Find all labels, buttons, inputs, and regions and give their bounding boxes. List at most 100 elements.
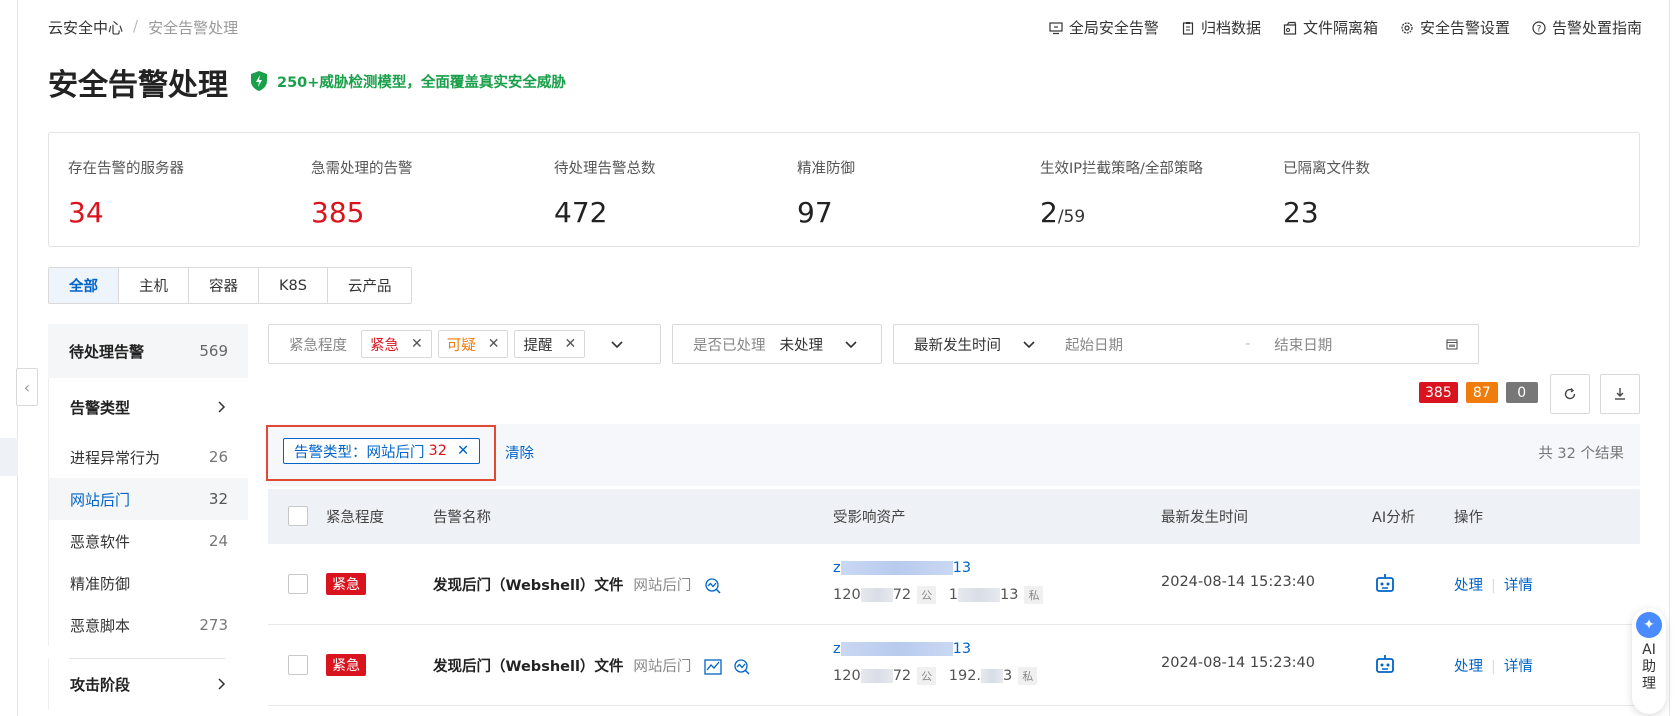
tab-all[interactable]: 全部 [49,268,119,303]
top-link-label: 安全告警设置 [1419,19,1510,37]
select-all-checkbox[interactable] [288,506,308,526]
tab-k8s[interactable]: K8S [259,268,328,303]
redacted-block [860,669,893,683]
ai-assistant-button[interactable]: ✦ AI 助 理 [1632,608,1666,714]
tagline: 250+威胁检测模型，全面覆盖真实安全威胁 [249,70,566,92]
date-separator: - [1245,336,1251,352]
column-header-time[interactable]: 最新发生时间 [1161,506,1248,527]
sidebar-item-malware[interactable]: 恶意软件 24 [48,520,248,562]
public-ip-suffix: 72 [892,587,912,603]
download-button[interactable] [1600,374,1640,414]
sidebar-item-label: 进程异常行为 [70,448,161,467]
stat-quarantined-files[interactable]: 已隔离文件数 23 [1283,157,1370,229]
archive-data-link[interactable]: 归档数据 [1181,17,1261,38]
column-header-ai-analysis[interactable]: AI分析 [1372,506,1415,527]
table-row[interactable]: 紧急 发现后门（Webshell）文件 网站后门 z 13 120 72 公 192. 3… [268,625,1640,706]
stat-value: 23 [1283,196,1319,229]
column-header-actions[interactable]: 操作 [1454,506,1483,527]
alert-name[interactable]: 发现后门（Webshell）文件 [433,578,623,594]
refresh-button[interactable] [1550,374,1590,414]
sidebar-group-label: 攻击阶段 [70,675,131,694]
column-header-severity[interactable]: 紧急程度 [326,506,384,527]
private-ip-suffix: 3 [1003,668,1013,684]
collapse-sidebar-button[interactable]: ‹ [16,368,38,406]
trend-chart-icon[interactable] [704,659,722,675]
active-filter-chip[interactable]: 告警类型：网站后门 32 ✕ [283,438,481,464]
sidebar-item-webshell[interactable]: 网站后门 32 [48,478,248,520]
sidebar-item-pending[interactable]: 待处理告警 569 [48,324,248,378]
asset-ip: 120 72 公 1 13 私 [833,586,1044,604]
stat-ip-block-policies[interactable]: 生效IP拦截策略/全部策略 2/59 [1040,157,1203,229]
stat-precise-defense[interactable]: 精准防御 97 [797,157,855,229]
sidebar-item-count: 569 [199,342,228,360]
tab-host[interactable]: 主机 [119,268,189,303]
table-row[interactable]: 紧急 发现后门（Webshell）文件 网站后门 z 13 120 72 公 1 13 私 … [268,544,1640,625]
asset-name[interactable]: z 13 [833,641,971,657]
time-field-select[interactable]: 最新发生时间 [914,334,1001,355]
quarantine-box-link[interactable]: 文件隔离箱 [1283,17,1378,38]
top-link-label: 全局安全告警 [1068,19,1159,37]
sidebar-group-alert-type[interactable]: 告警类型 [48,378,248,436]
redacted-block [840,642,953,656]
detail-link[interactable]: 详情 [1504,578,1533,594]
stat-urgent-alerts[interactable]: 急需处理的告警 385 [311,157,413,229]
column-header-name[interactable]: 告警名称 [433,506,491,527]
active-filter-label: 告警类型：网站后门 [294,444,425,461]
start-date-input[interactable]: 起始日期 [1065,334,1241,355]
asset-name-prefix: z [833,560,841,576]
severity-chip-reminder[interactable]: 提醒 ✕ [514,330,586,358]
alert-name[interactable]: 发现后门（Webshell）文件 [433,659,623,675]
handle-link[interactable]: 处理 [1454,659,1483,675]
close-icon[interactable]: ✕ [488,336,500,352]
stat-value-wrap: 2/59 [1040,196,1203,229]
chip-label: 紧急 [370,337,399,354]
detail-link[interactable]: 详情 [1504,659,1533,675]
handle-link[interactable]: 处理 [1454,578,1483,594]
row-checkbox[interactable] [288,655,308,675]
stat-servers-with-alerts[interactable]: 存在告警的服务器 34 [68,157,184,229]
alert-settings-link[interactable]: 安全告警设置 [1400,17,1510,38]
alert-name-cell: 发现后门（Webshell）文件 网站后门 [433,655,751,676]
clear-filters-link[interactable]: 清除 [505,442,534,463]
sidebar-item-precise-defense[interactable]: 精准防御 [48,562,248,604]
tab-cloud-product[interactable]: 云产品 [328,268,412,303]
ai-robot-icon[interactable] [1374,653,1396,675]
stat-pending-alerts[interactable]: 待处理告警总数 472 [554,157,656,229]
chevron-down-icon[interactable] [611,338,623,350]
chip-label: 可疑 [446,337,476,354]
severity-chip-urgent[interactable]: 紧急 ✕ [361,330,432,358]
breadcrumb-root[interactable]: 云安全中心 [48,17,123,38]
tab-container[interactable]: 容器 [189,268,259,303]
chevron-down-icon[interactable] [845,338,857,350]
sidebar-item-process-anomaly[interactable]: 进程异常行为 26 [48,436,248,478]
ai-robot-icon[interactable] [1374,572,1396,594]
asset-name[interactable]: z 13 [833,560,971,576]
close-icon[interactable]: ✕ [457,443,469,459]
trace-analysis-icon[interactable] [704,578,722,594]
stat-value: 385 [311,196,365,229]
sidebar-group-attack-stage[interactable]: 攻击阶段 [48,659,248,709]
column-header-asset[interactable]: 受影响资产 [833,506,906,527]
sidebar-item-label: 恶意脚本 [70,616,131,635]
sidebar-item-label: 精准防御 [70,574,131,593]
gear-icon [1401,21,1413,34]
chevron-down-icon[interactable] [1023,338,1035,350]
handling-guide-link[interactable]: ? 告警处置指南 [1532,17,1642,38]
asset-type-tabs: 全部 主机 容器 K8S 云产品 [48,267,413,304]
trace-analysis-icon[interactable] [733,659,751,675]
ai-assistant-label-2: 助 [1642,659,1656,675]
close-icon[interactable]: ✕ [564,336,576,352]
calendar-icon[interactable] [1446,338,1458,350]
global-alerts-link[interactable]: 全局安全告警 [1049,17,1159,38]
severity-filter-label: 紧急程度 [289,337,347,354]
close-icon[interactable]: ✕ [411,336,423,352]
end-date-input[interactable]: 结束日期 [1274,334,1450,355]
row-checkbox[interactable] [288,574,308,594]
breadcrumb-separator: / [133,17,139,35]
sidebar-item-malicious-script[interactable]: 恶意脚本 273 [48,604,248,646]
severity-filter[interactable]: 紧急程度 紧急 ✕ 可疑 ✕ 提醒 ✕ [268,324,661,364]
severity-chip-suspicious[interactable]: 可疑 ✕ [437,330,509,358]
redacted-block [957,588,1000,602]
public-ip-suffix: 72 [892,668,912,684]
handled-filter[interactable]: 是否已处理 未处理 [672,324,882,364]
